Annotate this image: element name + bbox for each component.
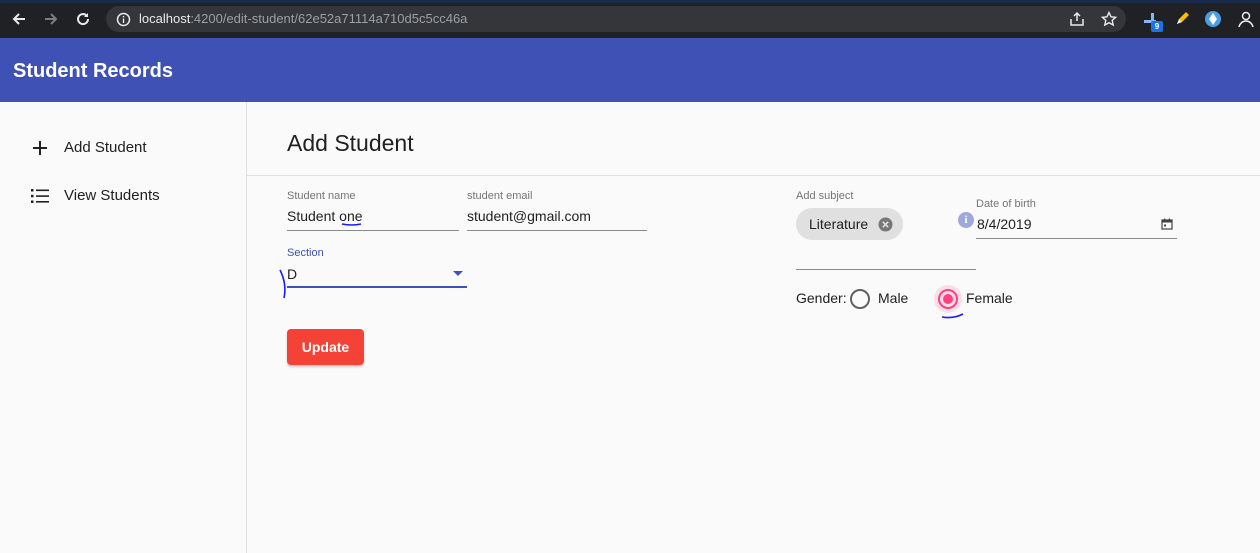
reload-icon[interactable] xyxy=(73,9,93,29)
url-path: :4200/edit-student/62e52a71114a710d5c5cc… xyxy=(190,11,468,26)
plus-icon xyxy=(28,136,52,160)
browser-chrome: localhost:4200/edit-student/62e52a71114a… xyxy=(0,0,1260,38)
remove-chip-icon[interactable] xyxy=(878,217,893,232)
address-bar[interactable]: localhost:4200/edit-student/62e52a71114a… xyxy=(106,6,1126,32)
app-title: Student Records xyxy=(13,60,174,82)
shield-extension-icon[interactable] xyxy=(1203,9,1223,29)
student-email-underline xyxy=(467,230,647,231)
sidebar: Add Student View Students xyxy=(0,102,247,553)
calendar-icon[interactable] xyxy=(1161,218,1173,230)
radio-male-label[interactable]: Male xyxy=(878,290,908,306)
back-arrow-icon[interactable] xyxy=(9,9,29,29)
sidebar-item-add-student[interactable]: Add Student xyxy=(0,124,246,172)
info-circle-icon[interactable] xyxy=(114,10,132,28)
profile-icon[interactable] xyxy=(1236,9,1256,29)
sidebar-item-label: View Students xyxy=(64,187,160,204)
subject-chip-label: Literature xyxy=(809,216,869,232)
tab-strip-edge xyxy=(0,0,1260,3)
page-title: Add Student xyxy=(287,130,414,156)
extension-badge: 9 xyxy=(1151,21,1163,32)
radio-female[interactable] xyxy=(938,289,958,309)
title-divider xyxy=(247,175,1260,176)
student-email-label: student email xyxy=(467,190,533,202)
app-toolbar: Student Records xyxy=(0,38,1260,102)
subject-chip[interactable]: Literature xyxy=(796,208,903,240)
bookmark-star-icon[interactable] xyxy=(1100,10,1118,28)
student-name-underline xyxy=(287,230,459,231)
section-underline xyxy=(287,286,467,288)
info-icon: i xyxy=(958,212,974,228)
dob-input[interactable]: 8/4/2019 xyxy=(977,216,1032,232)
list-icon xyxy=(28,184,52,208)
url-host: localhost xyxy=(139,11,191,26)
sidebar-item-label: Add Student xyxy=(64,139,147,156)
chevron-down-icon[interactable] xyxy=(453,271,463,276)
student-email-input[interactable]: student@gmail.com xyxy=(467,208,591,224)
subject-label: Add subject xyxy=(796,190,854,202)
student-name-label: Student name xyxy=(287,190,356,202)
update-button[interactable]: Update xyxy=(287,329,364,365)
section-value[interactable]: D xyxy=(287,266,297,282)
forward-arrow-icon[interactable] xyxy=(41,9,61,29)
subject-underline xyxy=(796,269,976,270)
gender-label: Gender: xyxy=(796,290,847,306)
radio-male[interactable] xyxy=(850,289,870,309)
section-label: Section xyxy=(287,247,324,259)
share-icon[interactable] xyxy=(1068,10,1086,28)
student-name-input[interactable]: Student one xyxy=(287,208,363,224)
dob-underline xyxy=(976,238,1177,239)
sidebar-item-view-students[interactable]: View Students xyxy=(0,172,246,220)
url-text[interactable]: localhost:4200/edit-student/62e52a71114a… xyxy=(139,11,467,26)
dob-label: Date of birth xyxy=(976,198,1036,210)
radio-female-label[interactable]: Female xyxy=(966,290,1013,306)
pencil-extension-icon[interactable] xyxy=(1172,9,1192,29)
